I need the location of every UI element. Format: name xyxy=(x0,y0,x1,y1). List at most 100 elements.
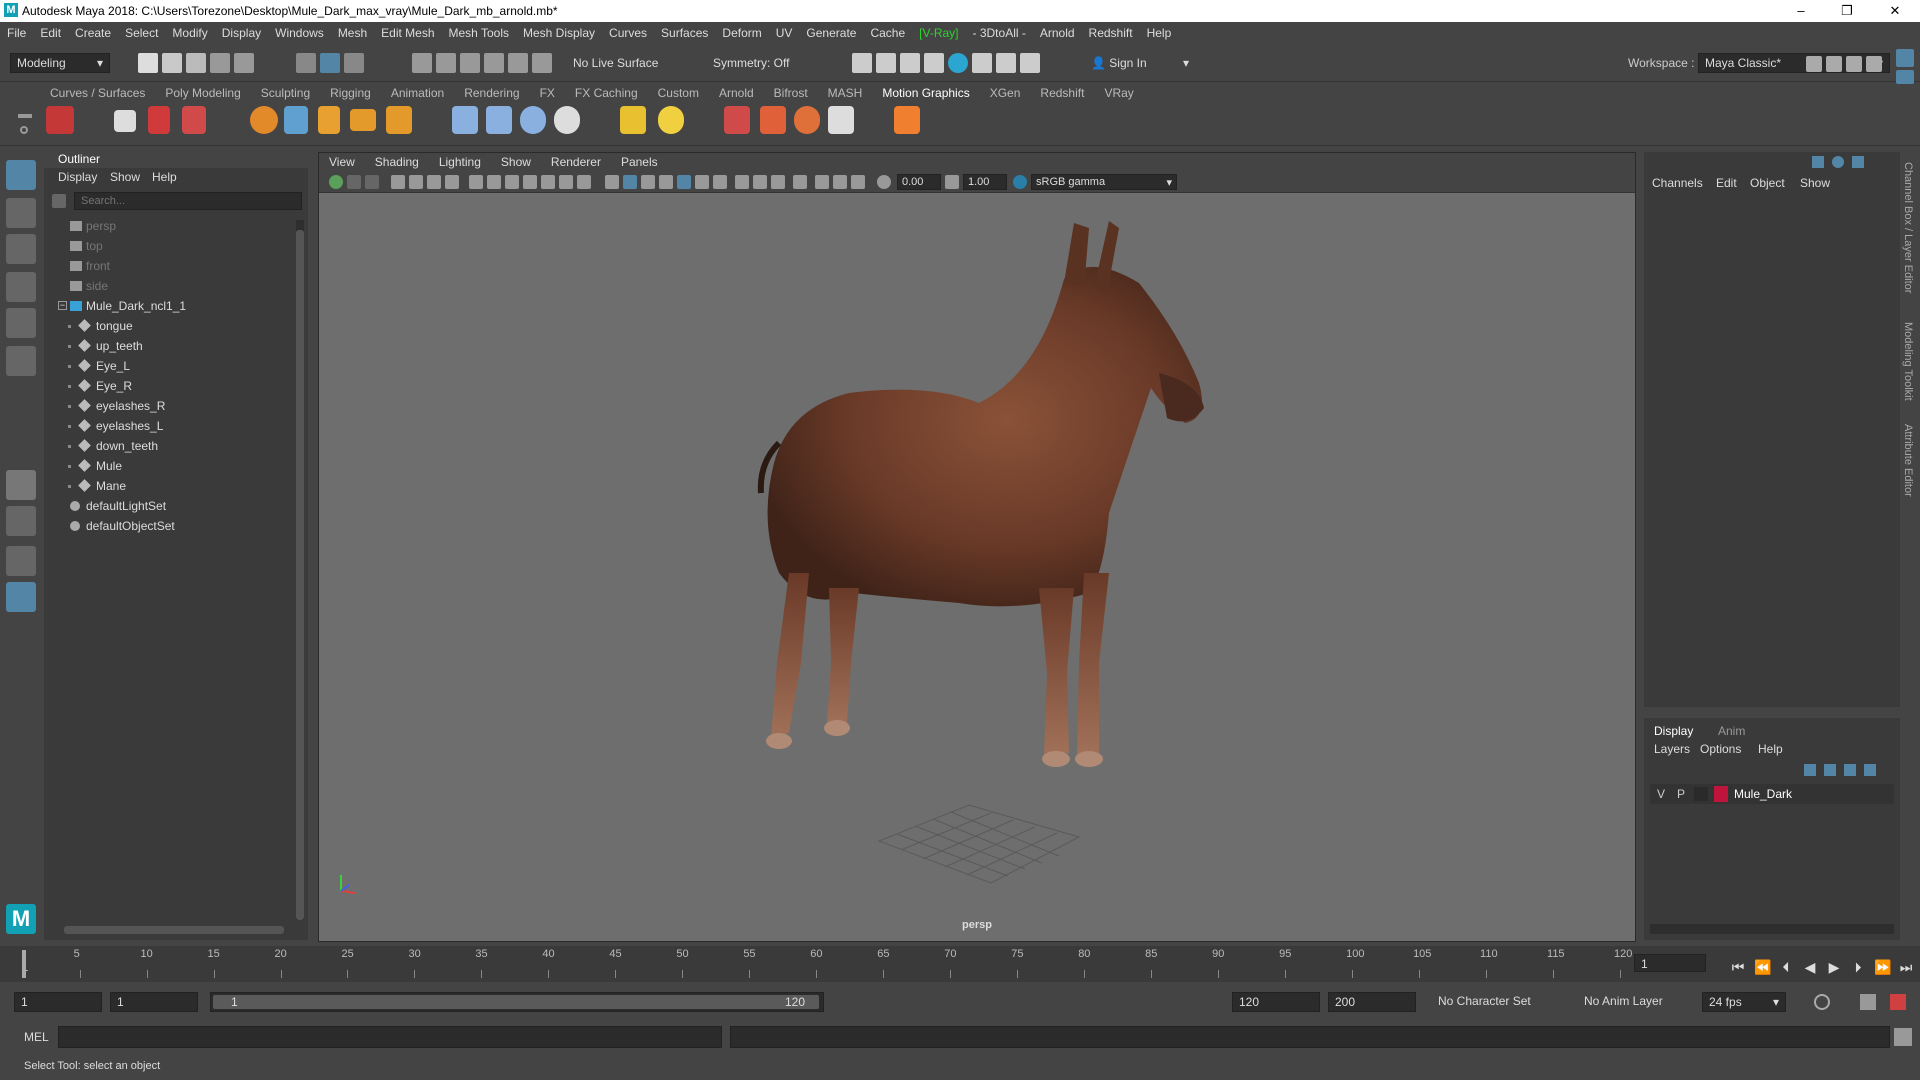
layer-playback-toggle[interactable]: P xyxy=(1674,787,1688,801)
safe-title-icon[interactable] xyxy=(577,175,591,189)
use-all-lights-icon[interactable] xyxy=(695,175,709,189)
outliner-menu-help[interactable]: Help xyxy=(152,170,177,184)
scale-tool-icon[interactable] xyxy=(6,346,36,376)
shelf-tab-bifrost[interactable]: Bifrost xyxy=(764,84,818,104)
menu-arnold[interactable]: Arnold xyxy=(1033,26,1082,40)
shelf-tab-motion-graphics[interactable]: Motion Graphics xyxy=(872,84,979,104)
step-forward-frame-icon[interactable]: ⏵ xyxy=(1850,959,1866,975)
layer-color-swatch[interactable] xyxy=(1714,786,1728,802)
play-backwards-icon[interactable]: ◀ xyxy=(1802,959,1818,975)
shelf-icon-svg[interactable] xyxy=(350,109,376,131)
script-editor-icon[interactable] xyxy=(1894,1028,1912,1046)
range-slider[interactable]: 1 120 xyxy=(210,992,824,1012)
outliner-filter-icon[interactable] xyxy=(52,194,66,208)
maximize-button[interactable]: ❐ xyxy=(1824,0,1870,22)
shelf-icon-cloth[interactable] xyxy=(760,106,786,134)
isolate-select-icon[interactable] xyxy=(815,175,829,189)
range-slider-handle[interactable]: 1 120 xyxy=(213,995,819,1009)
safe-action-icon[interactable] xyxy=(559,175,573,189)
shelf-settings-icon[interactable] xyxy=(20,126,28,134)
new-empty-layer-icon[interactable] xyxy=(1844,764,1856,776)
image-plane-icon[interactable] xyxy=(409,175,423,189)
shelf-tab-poly-modeling[interactable]: Poly Modeling xyxy=(155,84,250,104)
menu-windows[interactable]: Windows xyxy=(268,26,331,40)
outliner-item-front[interactable]: front xyxy=(44,256,294,276)
new-layer-selected-icon[interactable] xyxy=(1864,764,1876,776)
render-settings-icon[interactable] xyxy=(924,53,944,73)
2d-pan-zoom-icon[interactable] xyxy=(427,175,441,189)
current-time-indicator[interactable] xyxy=(22,950,26,978)
layer-display-type[interactable] xyxy=(1694,787,1708,801)
persp-outliner-layout-icon[interactable] xyxy=(6,546,36,576)
wireframe-on-shaded-icon[interactable] xyxy=(659,175,673,189)
layer-h-scrollbar[interactable] xyxy=(1650,924,1894,934)
single-perspective-view-icon[interactable] xyxy=(6,470,36,500)
lock-camera-icon[interactable] xyxy=(347,175,361,189)
step-back-key-icon[interactable]: ⏪ xyxy=(1754,959,1771,975)
playback-start-field[interactable]: 1 xyxy=(110,992,198,1012)
viewport-menu-lighting[interactable]: Lighting xyxy=(429,153,491,171)
menu-surfaces[interactable]: Surfaces xyxy=(654,26,715,40)
anti-aliasing-icon[interactable] xyxy=(771,175,785,189)
shelf-icon-mash-radial[interactable] xyxy=(554,106,580,134)
textured-icon[interactable] xyxy=(677,175,691,189)
shelf-tab-rendering[interactable]: Rendering xyxy=(454,84,529,104)
symmetry-field[interactable]: Symmetry: Off xyxy=(706,53,802,73)
loop-icon[interactable] xyxy=(1814,994,1830,1010)
gate-mask-icon[interactable] xyxy=(523,175,537,189)
go-to-start-icon[interactable]: ⏮ xyxy=(1730,959,1746,975)
pause-icon[interactable] xyxy=(1020,53,1040,73)
four-view-layout-icon[interactable] xyxy=(6,506,36,536)
menu-edit-mesh[interactable]: Edit Mesh xyxy=(374,26,441,40)
ipr-render-icon[interactable] xyxy=(900,53,920,73)
select-hierarchy-icon[interactable] xyxy=(296,53,316,73)
attribute-editor-toggle-icon[interactable] xyxy=(1832,156,1844,168)
exposure-icon[interactable] xyxy=(877,175,891,189)
anim-layer-menu[interactable]: No Anim Layer xyxy=(1584,994,1663,1008)
animation-end-field[interactable]: 200 xyxy=(1328,992,1416,1012)
layer-menu-options[interactable]: Options xyxy=(1700,742,1741,756)
viewport-panel[interactable]: View Shading Lighting Show Renderer Panels 0.… xyxy=(318,152,1636,942)
shelf-icon-text[interactable] xyxy=(148,106,170,134)
snap-grid-icon[interactable] xyxy=(412,53,432,73)
shelf-icon-mash-network[interactable] xyxy=(452,106,478,134)
outliner-scrollbar[interactable] xyxy=(296,220,304,920)
collapse-icon[interactable]: − xyxy=(58,301,67,310)
shelf-tab-animation[interactable]: Animation xyxy=(381,84,454,104)
shelf-icon-snowflake[interactable] xyxy=(828,106,854,134)
shelf-icon-mash-scatter[interactable] xyxy=(486,106,512,134)
shelf-tab-vray[interactable]: VRay xyxy=(1094,84,1143,104)
shelf-tab-xgen[interactable]: XGen xyxy=(980,84,1031,104)
shelf-menu-icon[interactable] xyxy=(18,114,32,118)
menu-v-ray[interactable]: [V-Ray] xyxy=(912,26,965,40)
menu-redshift[interactable]: Redshift xyxy=(1082,26,1140,40)
minimize-button[interactable]: – xyxy=(1778,0,1824,22)
outliner-item-eyelashes-l[interactable]: eyelashes_L xyxy=(44,416,294,436)
select-camera-icon[interactable] xyxy=(329,175,343,189)
hypershade-icon[interactable] xyxy=(948,53,968,73)
panel-layout-icon-1[interactable] xyxy=(1806,56,1822,72)
shelf-tab-rigging[interactable]: Rigging xyxy=(320,84,381,104)
menu-display[interactable]: Display xyxy=(215,26,268,40)
shelf-icon-fluid[interactable] xyxy=(794,106,820,134)
channel-menu-show[interactable]: Show xyxy=(1800,176,1830,190)
layer-menu-help[interactable]: Help xyxy=(1758,742,1783,756)
shadows-icon[interactable] xyxy=(713,175,727,189)
motion-blur-icon[interactable] xyxy=(753,175,767,189)
open-scene-icon[interactable] xyxy=(162,53,182,73)
menu-modify[interactable]: Modify xyxy=(165,26,214,40)
outliner-item-mule[interactable]: Mule xyxy=(44,456,294,476)
menu-deform[interactable]: Deform xyxy=(715,26,768,40)
grease-pencil-icon[interactable] xyxy=(445,175,459,189)
step-back-frame-icon[interactable]: ⏴ xyxy=(1778,959,1794,975)
tab-modeling-toolkit[interactable]: Modeling Toolkit xyxy=(1902,322,1914,401)
shelf-tab-custom[interactable]: Custom xyxy=(648,84,709,104)
snap-vertex-icon[interactable] xyxy=(532,53,552,73)
menu-file[interactable]: File xyxy=(0,26,33,40)
current-frame-field[interactable]: 1 xyxy=(1634,954,1706,972)
undo-icon[interactable] xyxy=(210,53,230,73)
depth-of-field-icon[interactable] xyxy=(793,175,807,189)
layer-tab-anim[interactable]: Anim xyxy=(1718,724,1745,738)
viewport-menu-renderer[interactable]: Renderer xyxy=(541,153,611,171)
shelf-icon-pivot[interactable] xyxy=(894,106,920,134)
